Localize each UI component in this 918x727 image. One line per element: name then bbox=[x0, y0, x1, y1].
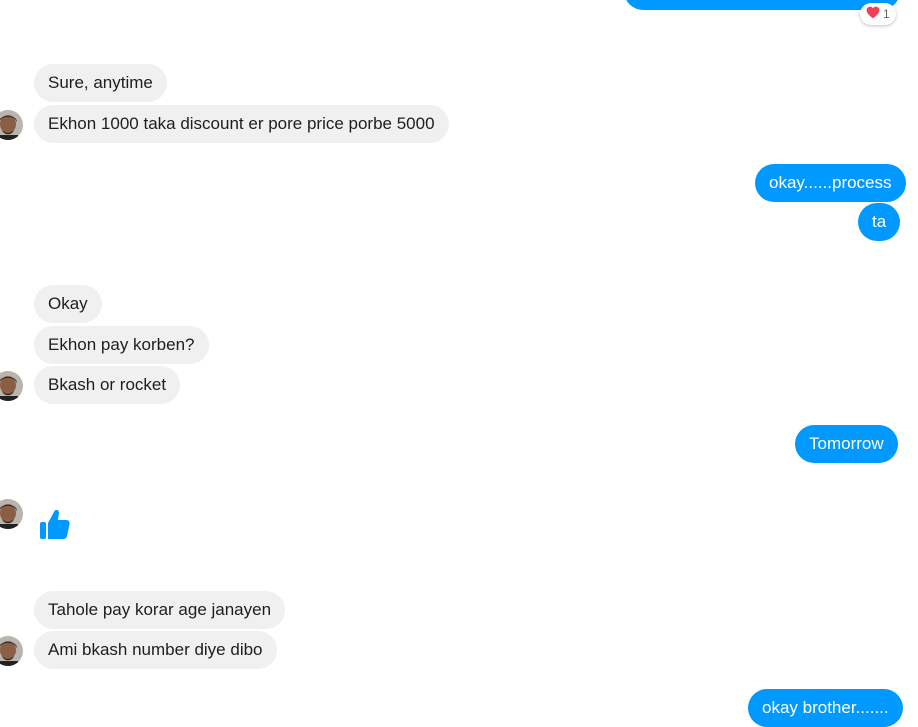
thumbs-up-icon[interactable] bbox=[39, 508, 71, 546]
contact-avatar[interactable] bbox=[0, 636, 23, 666]
incoming-message-bubble[interactable]: Tahole pay korar age janayen bbox=[34, 591, 286, 629]
message-reaction[interactable]: 1 bbox=[860, 3, 896, 25]
incoming-message-bubble[interactable]: Ami bkash number diye dibo bbox=[34, 631, 277, 669]
incoming-message-bubble[interactable]: Bkash or rocket bbox=[34, 366, 181, 404]
incoming-message-bubble[interactable]: Ekhon pay korben? bbox=[34, 326, 209, 364]
outgoing-message-bubble-partial[interactable] bbox=[624, 0, 900, 10]
incoming-message-bubble[interactable]: Sure, anytime bbox=[34, 64, 167, 102]
outgoing-message-bubble[interactable]: Tomorrow bbox=[795, 425, 898, 463]
outgoing-message-bubble[interactable]: ta bbox=[858, 203, 901, 241]
incoming-message-bubble[interactable]: Ekhon 1000 taka discount er pore price p… bbox=[34, 105, 449, 143]
contact-avatar[interactable] bbox=[0, 110, 23, 140]
incoming-message-bubble[interactable]: Okay bbox=[34, 285, 102, 323]
heart-icon bbox=[866, 6, 880, 22]
contact-avatar[interactable] bbox=[0, 371, 23, 401]
outgoing-message-bubble[interactable]: okay......process bbox=[755, 164, 906, 202]
outgoing-message-bubble[interactable]: okay brother....... bbox=[748, 689, 903, 727]
contact-avatar[interactable] bbox=[0, 499, 23, 529]
reaction-count: 1 bbox=[883, 7, 890, 21]
